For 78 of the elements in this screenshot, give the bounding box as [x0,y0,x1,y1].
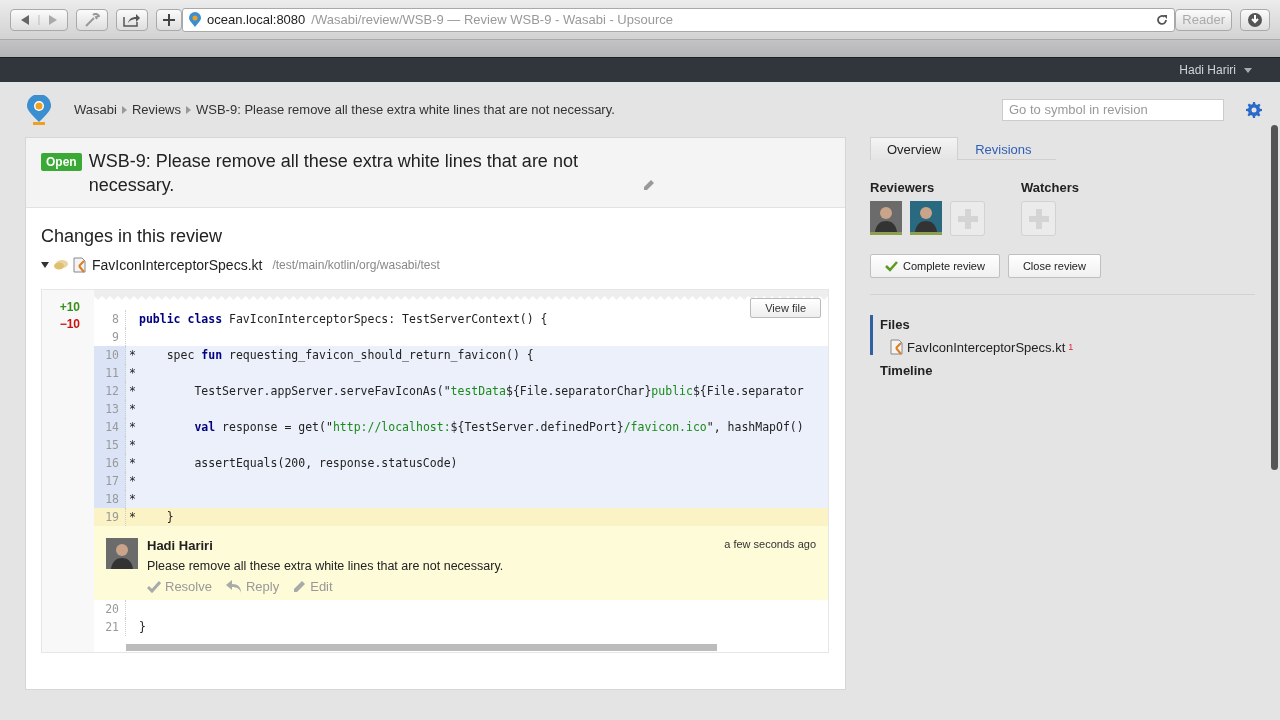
comment-time: a few seconds ago [724,538,816,552]
change-marker: * [129,366,136,380]
watchers-heading: Watchers [1021,180,1080,195]
change-marker: * [129,438,136,452]
file-link[interactable]: FavIconInterceptorSpecs.kt $^{1}$ [880,339,1255,355]
line-number: 15 [94,436,126,454]
new-tab-button[interactable] [156,8,182,31]
plus-icon [163,13,175,26]
change-marker: * [129,420,136,434]
reload-icon [1156,13,1169,26]
code-line: assertEquals(200, response.statusCode) [193,456,458,470]
line-number: 11 [94,364,126,382]
chevron-icon [186,105,191,114]
reviewers-heading: Reviewers [870,180,936,195]
change-marker: * [129,402,136,416]
removed-count: −10 [59,317,80,331]
pencil-icon[interactable] [643,179,655,191]
change-marker: * [129,348,136,362]
code-line: } [139,620,146,634]
logo-icon [26,94,52,125]
change-marker: * [129,510,136,524]
share-icon [123,12,141,27]
breadcrumb-link[interactable]: Reviews [131,102,181,117]
review-title: WSB-9: Please remove all these extra white lines that are not necessary. [88,150,579,197]
change-marker: * [129,474,136,488]
location-pin-icon [189,11,201,28]
code-line: val response = get("http://localhost:${TestServer.definedPort}/favicon.ico", hashMapOf() [193,420,804,434]
user-menu[interactable]: Hadi Hariri [1179,63,1252,77]
tab[interactable]: Revisions [958,137,1049,160]
code-line: TestServer.appServer.serveFavIconAs("testData${File.separatorChar}public${File.separator [193,384,804,398]
avatar [106,538,138,570]
review-action-button[interactable]: Close review [1007,254,1101,278]
line-number: 14 [94,418,126,436]
line-number: 18 [94,490,126,508]
wrench-icon [84,12,100,27]
nav-link[interactable]: Files [880,315,1255,332]
caret-icon [1244,67,1252,73]
tab[interactable]: Overview [870,137,959,160]
comment-text: Please remove all these extra white lines that are not necessary. [147,559,505,573]
file-link[interactable]: FavIconInterceptorSpecs.kt [92,257,263,273]
code-line: spec fun requesting_favicon_should_return_favicon() { [165,348,534,362]
comment-author: Hadi Hariri [147,538,213,553]
tools-button[interactable] [76,8,108,31]
section-heading: Changes in this review [41,226,224,247]
line-number: 16 [94,454,126,472]
downloads-button[interactable] [1240,8,1270,31]
settings-icon [1246,101,1262,118]
line-number: 12 [94,382,126,400]
line-number: 10 [94,346,126,364]
check-icon [885,260,898,272]
download-icon [1247,11,1263,28]
pencil-icon [293,580,307,593]
kotlin-file-icon [73,257,87,273]
code-line: } [165,510,174,524]
change-marker: * [129,384,136,398]
back-forward-button[interactable] [10,8,68,31]
breadcrumb-link[interactable]: WSB-9: Please remove all these extra white lines that are not necessary. [196,102,615,117]
symbol-search-field[interactable]: Go to symbol in revision [1002,98,1224,121]
line-number: 13 [94,400,126,418]
status-badge: Open [41,153,82,171]
added-count: +10 [59,300,80,314]
breadcrumb-link[interactable]: Wasabi [74,102,117,117]
file-path: /test/main/kotlin/org/wasabi/test [272,258,440,272]
address-bar[interactable]: ocean.local:8080 /Wasabi/review/WSB-9 — Review WSB-9 - Wasabi - Upsource [182,7,1176,32]
reply-icon [225,580,242,593]
view-file-button[interactable]: View file [750,298,821,318]
comment-icon [54,260,68,270]
line-number: 17 [94,472,126,490]
change-marker: * [129,456,136,470]
share-button[interactable] [116,8,148,31]
check-icon [147,580,161,593]
code-line: public class FavIconInterceptorSpecs: TestServerContext() { [139,312,548,326]
nav-link[interactable]: Timeline [880,361,1255,378]
chevron-icon [121,105,127,114]
review-action-button[interactable]: Complete review [870,254,1000,278]
kotlin-file-icon [890,339,904,355]
change-marker: * [129,492,136,506]
back-forward-icon [21,14,57,25]
